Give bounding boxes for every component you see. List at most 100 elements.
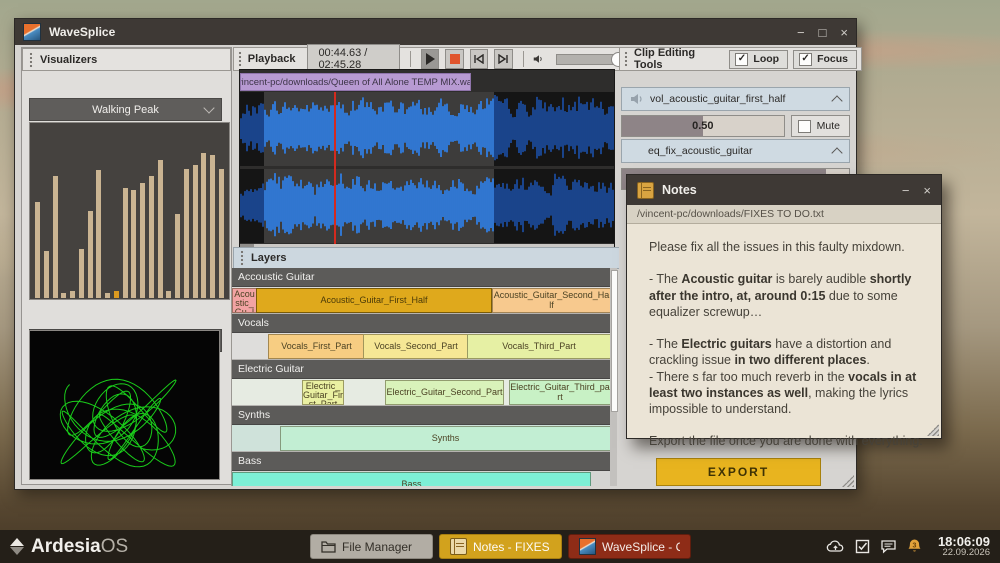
peak-bar bbox=[61, 293, 66, 298]
peak-bar bbox=[88, 211, 93, 299]
waveform-left-svg bbox=[240, 92, 614, 166]
skip-start-button[interactable] bbox=[470, 49, 488, 69]
waveform-channel-right bbox=[240, 169, 614, 243]
notes-resize-grip[interactable] bbox=[927, 424, 939, 436]
drag-handle-icon[interactable] bbox=[624, 51, 629, 67]
notes-titlebar[interactable]: Notes − × bbox=[627, 175, 941, 205]
skip-start-icon bbox=[473, 54, 485, 64]
playback-header: Playback 00:44.63 / 02:45.28 bbox=[233, 47, 627, 71]
visualizers-panel: Visualizers Walking Peak Oscilloscope bbox=[21, 47, 232, 485]
peak-bar bbox=[105, 293, 110, 298]
playhead[interactable] bbox=[334, 92, 336, 244]
export-button[interactable]: EXPORT bbox=[656, 458, 821, 486]
peak-bar bbox=[114, 291, 119, 298]
track-header: Vocals bbox=[232, 314, 610, 333]
audio-clip[interactable]: Acoustic_Guitar_First_Half bbox=[256, 288, 492, 313]
taskbar-notes[interactable]: Notes - FIXES T... bbox=[439, 534, 562, 559]
peak-bar bbox=[210, 155, 215, 299]
visualizers-header: Visualizers bbox=[22, 48, 231, 71]
os-menu-button[interactable]: ArdesiaOS bbox=[10, 536, 128, 558]
layers-header: Layers bbox=[233, 247, 633, 269]
peak-bar bbox=[44, 251, 49, 298]
track-row: Acoustic_Gu_IntroAcoustic_Guitar_First_H… bbox=[232, 287, 610, 314]
audio-clip[interactable]: Vocals_Second_Part bbox=[363, 334, 469, 359]
taskbar-wavesplice[interactable]: WaveSplice - Qu... bbox=[568, 534, 691, 559]
peak-bar bbox=[96, 170, 101, 298]
tasks-check-icon[interactable] bbox=[855, 539, 870, 554]
close-button[interactable]: × bbox=[840, 25, 848, 40]
peak-bar bbox=[193, 165, 198, 298]
wavesplice-app-icon bbox=[23, 23, 41, 41]
taskbar-clock[interactable]: 18:06:09 22.09.2026 bbox=[938, 535, 990, 559]
clock-date: 22.09.2026 bbox=[938, 548, 990, 558]
audio-clip[interactable]: Electric_Guitar_First_Part bbox=[302, 380, 344, 405]
stop-button[interactable] bbox=[445, 49, 463, 69]
focus-checkbox[interactable] bbox=[799, 53, 812, 66]
minimize-button[interactable]: − bbox=[797, 25, 805, 40]
play-icon bbox=[426, 53, 435, 65]
layers-scrollbar-thumb[interactable] bbox=[611, 270, 618, 412]
peak-bar bbox=[35, 202, 40, 298]
maximize-button[interactable]: □ bbox=[819, 25, 827, 40]
peak-bar bbox=[131, 190, 136, 299]
notes-title: Notes bbox=[662, 183, 697, 197]
clip-tools-header: Clip Editing Tools Loop Focus bbox=[619, 47, 862, 71]
track-row: Bass bbox=[232, 471, 610, 486]
peak-bar bbox=[149, 176, 154, 299]
os-name-light: OS bbox=[101, 536, 128, 557]
vol-slider[interactable]: 0.50 bbox=[621, 115, 785, 137]
loop-toggle[interactable]: Loop bbox=[729, 50, 788, 69]
drag-handle-icon[interactable] bbox=[238, 51, 242, 67]
wavesplice-titlebar[interactable]: WaveSplice − □ × bbox=[15, 19, 856, 45]
collapse-icon[interactable] bbox=[831, 147, 842, 158]
notes-paragraph: - The Electric guitars have a distortion… bbox=[649, 336, 927, 369]
window-resize-grip[interactable] bbox=[842, 475, 854, 487]
layers-tracks: Accoustic GuitarAcoustic_Gu_IntroAcousti… bbox=[231, 268, 610, 486]
peak-bar bbox=[140, 183, 145, 299]
notifications-bell-icon[interactable]: 3 bbox=[907, 538, 922, 554]
peak-bar bbox=[184, 169, 189, 299]
audio-clip[interactable]: Electric_Guitar_Third_part bbox=[509, 380, 610, 405]
audio-clip[interactable]: Synths bbox=[280, 426, 610, 451]
notes-body[interactable]: Please fix all the issues in this faulty… bbox=[627, 223, 941, 438]
track-header: Synths bbox=[232, 406, 610, 425]
track-row: Vocals_First_PartVocals_Second_PartVocal… bbox=[232, 333, 610, 360]
cloud-upload-icon[interactable] bbox=[826, 539, 845, 554]
audio-clip[interactable]: Electric_Guitar_Second_Part bbox=[385, 380, 504, 405]
notes-minimize-button[interactable]: − bbox=[902, 183, 910, 198]
track-row: Synths bbox=[232, 425, 610, 452]
mute-checkbox[interactable] bbox=[798, 120, 811, 133]
chat-icon[interactable] bbox=[880, 539, 897, 554]
peak-bar bbox=[53, 176, 58, 299]
loop-checkbox[interactable] bbox=[735, 53, 748, 66]
audio-clip[interactable]: Vocals_First_Part bbox=[268, 334, 365, 359]
peak-bar bbox=[158, 160, 163, 298]
waveform-area[interactable]: /vincent-pc/downloads/Queen of All Alone… bbox=[239, 69, 615, 249]
audio-clip[interactable]: Acoustic_Guitar_Second_Half bbox=[492, 288, 610, 313]
layers-scrollbar[interactable] bbox=[610, 268, 617, 486]
mute-toggle[interactable]: Mute bbox=[791, 115, 850, 137]
notes-paragraph: Export the file once you are done with e… bbox=[649, 433, 927, 449]
audio-clip[interactable]: Vocals_Third_Part bbox=[467, 334, 610, 359]
collapse-icon[interactable] bbox=[831, 95, 842, 106]
notes-close-button[interactable]: × bbox=[923, 183, 931, 198]
drag-handle-icon[interactable] bbox=[29, 52, 34, 68]
drag-handle-icon[interactable] bbox=[240, 250, 245, 266]
walking-peak-canvas bbox=[29, 122, 230, 300]
skip-end-button[interactable] bbox=[494, 49, 512, 69]
walking-peak-dropdown[interactable]: Walking Peak bbox=[29, 98, 222, 121]
wavesplice-icon bbox=[579, 538, 596, 555]
audio-clip[interactable]: Bass bbox=[232, 472, 591, 486]
os-name-bold: Ardesia bbox=[31, 536, 101, 557]
volume-slider[interactable] bbox=[556, 54, 622, 65]
notes-paragraph: - The Acoustic guitar is barely audible … bbox=[649, 271, 927, 320]
taskbar-file-manager[interactable]: File Manager bbox=[310, 534, 433, 559]
clock-time: 18:06:09 bbox=[938, 535, 990, 549]
peak-bar bbox=[201, 153, 206, 298]
audio-clip[interactable]: Acoustic_Gu_Intro bbox=[232, 288, 257, 313]
peak-bar bbox=[166, 291, 171, 298]
vol-card-header[interactable]: vol_acoustic_guitar_first_half bbox=[621, 87, 850, 111]
eq-card-header[interactable]: eq_fix_acoustic_guitar bbox=[621, 139, 850, 163]
focus-toggle[interactable]: Focus bbox=[793, 50, 857, 69]
play-button[interactable] bbox=[421, 49, 439, 69]
